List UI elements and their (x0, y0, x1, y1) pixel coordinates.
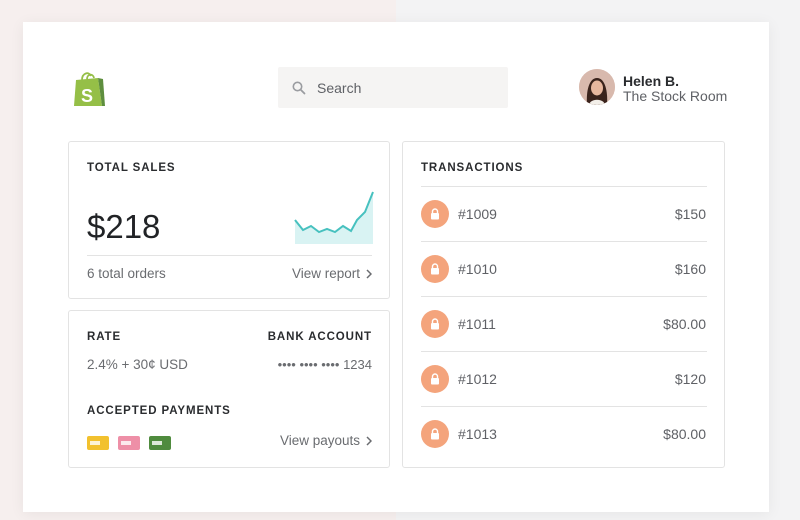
bank-account-title: BANK ACCOUNT (267, 331, 372, 343)
row-divider (421, 351, 707, 352)
transaction-amount: $160 (674, 261, 706, 277)
chevron-right-icon (366, 268, 372, 279)
transactions-title: TRANSACTIONS (421, 162, 524, 174)
transaction-id: #1009 (458, 206, 497, 222)
total-sales-card: TOTAL SALES $218 6 total orders View rep… (68, 141, 390, 299)
svg-text:S: S (81, 86, 93, 106)
lock-icon (421, 420, 449, 448)
view-report-label: View report (291, 266, 360, 281)
avatar[interactable] (579, 69, 615, 105)
transaction-id: #1012 (458, 371, 497, 387)
transaction-row[interactable]: #1012 $120 (403, 351, 724, 405)
rate-title: RATE (87, 331, 122, 343)
accepted-payments-title: ACCEPTED PAYMENTS (87, 405, 231, 417)
sales-divider (87, 255, 372, 256)
row-divider (421, 406, 707, 407)
total-orders: 6 total orders (87, 266, 166, 281)
dashboard-panel: S Helen B. The Stock Room TOTAL SALES $2… (23, 22, 769, 512)
transaction-amount: $80.00 (663, 426, 706, 442)
lock-icon (421, 200, 449, 228)
transaction-id: #1013 (458, 426, 497, 442)
sales-sparkline (294, 191, 374, 244)
transaction-row[interactable]: #1013 $80.00 (403, 406, 724, 460)
transaction-amount: $150 (674, 206, 706, 222)
transaction-row[interactable]: #1010 $160 (403, 241, 724, 295)
view-payouts-label: View payouts (279, 433, 360, 448)
row-divider (421, 186, 707, 187)
transaction-amount: $80.00 (663, 316, 706, 332)
transaction-id: #1011 (458, 316, 496, 332)
total-sales-title: TOTAL SALES (87, 162, 176, 174)
rate-card: RATE 2.4% + 30¢ USD BANK ACCOUNT •••• ••… (68, 310, 390, 468)
bank-account-number: •••• •••• •••• 1234 (277, 357, 372, 372)
transaction-amount: $120 (674, 371, 706, 387)
store-name: The Stock Room (623, 88, 728, 104)
user-name: Helen B. (623, 73, 680, 89)
row-divider (421, 296, 707, 297)
transaction-id: #1010 (458, 261, 497, 277)
view-report-link[interactable]: View report (292, 266, 372, 281)
pink-card-icon (118, 436, 140, 450)
green-card-icon (149, 436, 171, 450)
view-payouts-link[interactable]: View payouts (280, 433, 372, 448)
lock-icon (421, 365, 449, 393)
transaction-row[interactable]: #1011 $80.00 (403, 296, 724, 350)
rate-value: 2.4% + 30¢ USD (87, 357, 188, 372)
lock-icon (421, 255, 449, 283)
shopify-logo-icon[interactable]: S (72, 70, 106, 108)
row-divider (421, 241, 707, 242)
transactions-card: TRANSACTIONS #1009 $150 #1010 $160 #1011… (402, 141, 725, 468)
search-bar[interactable] (278, 67, 508, 108)
chevron-right-icon (366, 435, 372, 446)
search-input[interactable] (315, 78, 499, 97)
yellow-card-icon (87, 436, 109, 450)
lock-icon (421, 310, 449, 338)
transaction-row[interactable]: #1009 $150 (403, 186, 724, 240)
total-sales-amount: $218 (87, 208, 161, 245)
search-icon (292, 81, 306, 94)
